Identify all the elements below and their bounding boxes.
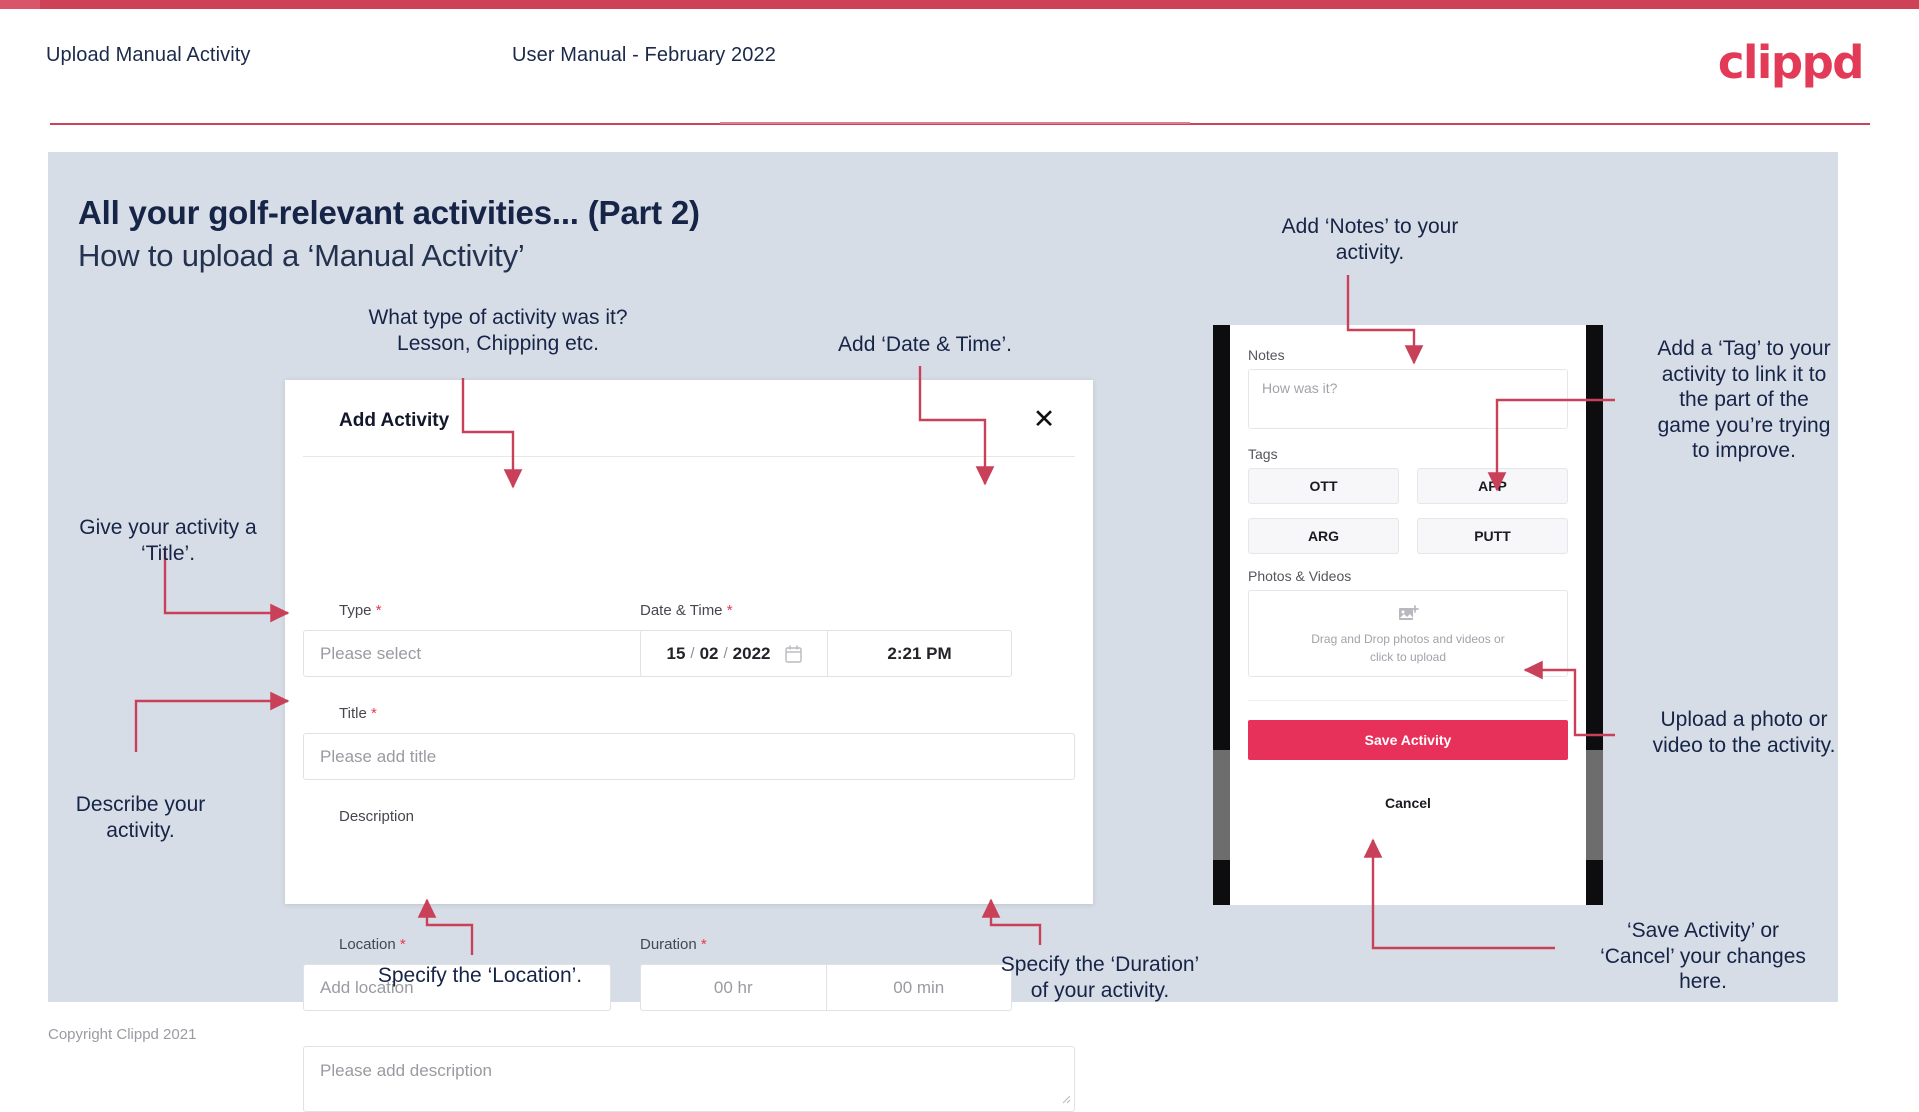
dialog-divider bbox=[303, 456, 1075, 457]
slide-heading: All your golf-relevant activities... (Pa… bbox=[78, 194, 700, 231]
clippd-logo: clippd bbox=[1717, 36, 1865, 89]
annotation-title: Give your activity a ‘Title’. bbox=[79, 516, 257, 565]
type-label: Type * bbox=[339, 602, 382, 619]
notes-label: Notes bbox=[1248, 347, 1285, 363]
time-value: 2:21 PM bbox=[887, 643, 952, 663]
title-label-text: Title bbox=[339, 705, 367, 722]
date-sep-1: / bbox=[690, 645, 695, 662]
location-label-text: Location bbox=[339, 936, 396, 953]
date-month: 02 bbox=[699, 643, 719, 663]
description-label-text: Description bbox=[339, 808, 415, 825]
description-placeholder: Please add description bbox=[320, 1061, 493, 1080]
dropzone-line-1: Drag and Drop photos and videos or bbox=[1311, 631, 1505, 646]
datetime-field[interactable]: 15 / 02 / 2022 2:21 PM bbox=[640, 630, 1012, 677]
datetime-label: Date & Time * bbox=[640, 602, 733, 619]
photos-videos-label: Photos & Videos bbox=[1248, 568, 1352, 584]
title-label: Title * bbox=[339, 705, 377, 722]
phone-bezel-right-accent bbox=[1586, 750, 1603, 860]
dropzone-line-2: click to upload bbox=[1369, 649, 1447, 664]
header-divider-highlight bbox=[720, 122, 1190, 124]
save-activity-button[interactable]: Save Activity bbox=[1248, 720, 1568, 760]
date-input[interactable]: 15 / 02 / 2022 bbox=[641, 631, 828, 676]
dialog-title: Add Activity bbox=[339, 410, 450, 431]
type-required-mark: * bbox=[375, 602, 382, 619]
annotation-location: Specify the ‘Location’. bbox=[377, 964, 583, 987]
top-accent-bar bbox=[0, 0, 1919, 9]
tag-ott[interactable]: OTT bbox=[1248, 468, 1399, 504]
tag-arg[interactable]: ARG bbox=[1248, 518, 1399, 554]
tag-putt[interactable]: PUTT bbox=[1417, 518, 1568, 554]
type-label-text: Type bbox=[339, 602, 372, 619]
duration-hours-input[interactable]: 00 hr bbox=[641, 965, 827, 1010]
location-required-mark: * bbox=[399, 936, 406, 953]
annotation-description: Describe your activity. bbox=[75, 793, 206, 842]
header-subtitle: User Manual - February 2022 bbox=[512, 44, 776, 66]
date-year: 2022 bbox=[732, 643, 771, 663]
date-sep-2: / bbox=[723, 645, 728, 662]
photo-upload-dropzone[interactable]: Drag and Drop photos and videos or click… bbox=[1248, 590, 1568, 677]
tags-label: Tags bbox=[1248, 446, 1278, 462]
close-icon[interactable]: ✕ bbox=[1027, 402, 1061, 436]
annotation-duration: Specify the ‘Duration’ of your activity. bbox=[1000, 953, 1200, 1002]
annotation-notes: Add ‘Notes’ to your activity. bbox=[1281, 215, 1459, 264]
datetime-label-text: Date & Time bbox=[640, 602, 723, 619]
notes-textarea[interactable]: How was it? bbox=[1248, 369, 1568, 429]
description-label: Description bbox=[339, 808, 414, 825]
cancel-button[interactable]: Cancel bbox=[1248, 795, 1568, 811]
title-placeholder: Please add title bbox=[320, 746, 437, 766]
date-day: 15 bbox=[666, 643, 686, 663]
type-select[interactable]: Please select bbox=[303, 630, 675, 677]
annotation-datetime: Add ‘Date & Time’. bbox=[838, 333, 1012, 356]
tag-app[interactable]: APP bbox=[1417, 468, 1568, 504]
annotation-tag: Add a ‘Tag’ to your activity to link it … bbox=[1657, 337, 1831, 463]
duration-label-text: Duration bbox=[640, 936, 697, 953]
phone-mockup: Notes How was it? Tags OTT APP ARG PUTT … bbox=[1213, 325, 1603, 905]
type-placeholder: Please select bbox=[320, 643, 422, 663]
resize-handle[interactable] bbox=[1061, 1091, 1071, 1109]
add-activity-dialog: Add Activity ✕ Type * Please select Date… bbox=[285, 380, 1093, 1112]
page-title: Upload Manual Activity bbox=[46, 44, 251, 66]
slide-subheading: How to upload a ‘Manual Activity’ bbox=[78, 238, 525, 273]
phone-divider bbox=[1248, 700, 1568, 701]
title-input[interactable]: Please add title bbox=[303, 733, 1075, 780]
annotation-type: What type of activity was it? Lesson, Ch… bbox=[368, 306, 628, 355]
time-input[interactable]: 2:21 PM bbox=[828, 631, 1011, 676]
title-required-mark: * bbox=[370, 705, 377, 722]
duration-label: Duration * bbox=[640, 936, 707, 953]
footer-copyright: Copyright Clippd 2021 bbox=[48, 1026, 197, 1043]
phone-bezel-left-accent bbox=[1213, 750, 1230, 860]
description-textarea[interactable]: Please add description bbox=[303, 1046, 1075, 1112]
add-image-icon bbox=[1398, 604, 1419, 628]
location-label: Location * bbox=[339, 936, 406, 953]
phone-screen: Notes How was it? Tags OTT APP ARG PUTT … bbox=[1230, 325, 1586, 905]
duration-required-mark: * bbox=[700, 936, 707, 953]
notes-placeholder: How was it? bbox=[1262, 380, 1338, 396]
annotation-save: ‘Save Activity’ or ‘Cancel’ your changes… bbox=[1600, 919, 1806, 994]
calendar-icon[interactable] bbox=[784, 644, 802, 663]
datetime-required-mark: * bbox=[726, 602, 733, 619]
top-accent-bar-left bbox=[0, 0, 40, 9]
annotation-upload: Upload a photo or video to the activity. bbox=[1652, 708, 1836, 757]
